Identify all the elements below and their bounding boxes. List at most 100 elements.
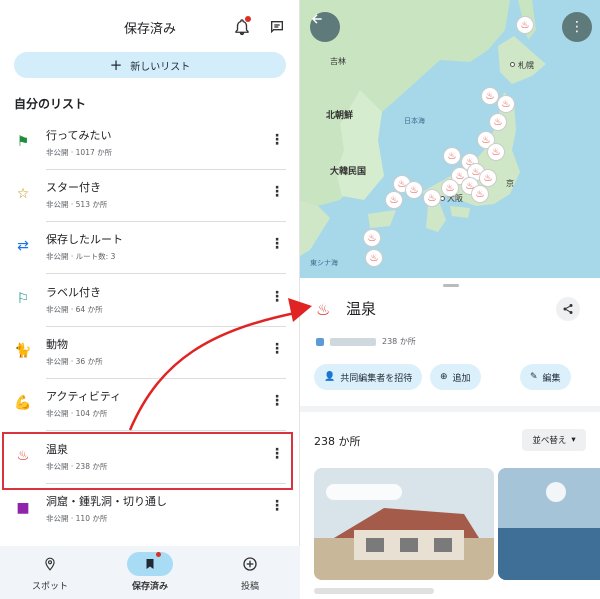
list-place-count: 238 か所 — [382, 337, 416, 346]
place-photo[interactable] — [314, 468, 494, 580]
tab-post[interactable]: 投稿 — [200, 546, 300, 599]
add-label: 追加 — [452, 373, 471, 384]
invite-label: 共同編集者を招待 — [340, 373, 413, 384]
new-list-button[interactable]: + 新しいリスト — [14, 52, 286, 78]
hot-spring-marker-icon[interactable]: ♨ — [443, 147, 461, 165]
back-button[interactable] — [310, 12, 340, 42]
saved-lists-panel: 保存済み + 新しいリスト 自分のリスト ⚑ 行ってみたい 非公開 · 1017 か… — [0, 0, 300, 599]
route-icon: ⇄ — [17, 238, 29, 254]
location-pin-icon — [27, 552, 73, 576]
blurred-photo — [314, 468, 494, 580]
map-land — [300, 0, 546, 256]
place-photo[interactable] — [498, 468, 600, 580]
map-view[interactable]: ⋮ 吉林 北朝鮮 大韓民国 日本海 札幌 大阪 京 東シナ海 ♨ ♨ ♨ ♨ ♨ ♨ ♨ ♨ ♨… — [300, 0, 600, 278]
edit-icon: ✎ — [530, 372, 538, 382]
person-add-icon: 👤 — [324, 372, 336, 382]
invite-collaborators-button[interactable]: 👤 共同編集者を招待 — [314, 364, 423, 390]
tab-spot[interactable]: スポット — [0, 546, 100, 599]
star-icon: ☆ — [16, 186, 30, 202]
add-location-icon: ⊕ — [440, 372, 448, 382]
hot-spring-marker-icon[interactable]: ♨ — [487, 143, 505, 161]
flag-icon: ⚑ — [16, 134, 30, 150]
more-vert-icon[interactable]: ⋮ — [270, 498, 284, 514]
map-more-button[interactable]: ⋮ — [562, 12, 592, 42]
hot-spring-marker-icon[interactable]: ♨ — [423, 189, 441, 207]
owner-name-blurred — [330, 337, 376, 346]
tab-post-label: 投稿 — [240, 582, 259, 592]
more-vert-icon[interactable]: ⋮ — [270, 184, 284, 200]
list-item[interactable]: ⚐ ラベル付き非公開 · 64 か所 ⋮ — [0, 274, 300, 326]
animal-icon: 🐈 — [14, 343, 32, 359]
owner-avatar — [316, 337, 324, 346]
tab-spot-label: スポット — [31, 582, 68, 592]
list-title: 温泉 — [346, 300, 377, 318]
more-vert-icon[interactable]: ⋮ — [270, 289, 284, 305]
more-vert-icon: ⋮ — [570, 19, 584, 35]
edit-list-button[interactable]: ✎ 編集 — [520, 364, 571, 390]
list-item[interactable]: 🐈 動物非公開 · 36 か所 ⋮ — [0, 326, 300, 378]
plus-icon: + — [109, 55, 123, 74]
list-detail-panel: ⋮ 吉林 北朝鮮 大韓民国 日本海 札幌 大阪 京 東シナ海 ♨ ♨ ♨ ♨ ♨ ♨ ♨ ♨ ♨… — [300, 0, 600, 599]
hot-spring-marker-icon[interactable]: ♨ — [471, 185, 489, 203]
map-label-north-korea: 北朝鮮 — [326, 111, 354, 121]
list-item-meta: 非公開 · 110 か所 — [46, 514, 108, 523]
map-label-south-korea: 大韓民国 — [330, 167, 367, 177]
list-item-meta: 非公開 · 104 か所 — [46, 409, 108, 418]
message-icon[interactable] — [269, 19, 285, 35]
edit-label: 編集 — [542, 373, 561, 384]
list-item[interactable]: ⇄ 保存したルート 非公開 · ルート数: 3 ⋮ — [0, 221, 300, 273]
map-label-sea-of-japan: 日本海 — [404, 117, 425, 125]
list-item-name: アクティビティ — [46, 390, 122, 403]
hot-spring-marker-icon[interactable]: ♨ — [516, 16, 534, 34]
list-item-meta: 非公開 · 513 か所 — [46, 200, 108, 209]
map-label-sapporo: 札幌 — [518, 61, 534, 70]
place-count: 238 か所 — [314, 435, 361, 448]
arrow-back-icon — [311, 14, 322, 24]
list-item-name: 保存したルート — [46, 233, 123, 246]
saved-tab-dot — [156, 552, 161, 557]
more-vert-icon[interactable]: ⋮ — [270, 393, 284, 409]
more-vert-icon[interactable]: ⋮ — [270, 236, 284, 252]
list-item-meta: 非公開 · 36 か所 — [46, 357, 103, 366]
city-dot-sapporo — [510, 62, 515, 67]
list-item-name: ラベル付き — [46, 286, 101, 299]
share-button[interactable] — [556, 297, 580, 321]
list-item-meta: 非公開 · 64 か所 — [46, 305, 103, 314]
hot-spring-marker-icon[interactable]: ♨ — [405, 181, 423, 199]
list-meta: 238 か所 — [316, 336, 416, 347]
hot-spring-marker-icon[interactable]: ♨ — [385, 191, 403, 209]
list-item[interactable]: ■ 洞窟・鍾乳洞・切り通し 非公開 · 110 か所 ⋮ — [0, 483, 300, 535]
dropdown-arrow-icon: ▾ — [571, 435, 576, 445]
sheet-drag-handle[interactable] — [443, 284, 459, 287]
place-name-blurred — [314, 588, 434, 594]
list-item[interactable]: ☆ スター付き非公開 · 513 か所 ⋮ — [0, 169, 300, 221]
list-item-name: 行ってみたい — [46, 129, 112, 142]
add-place-button[interactable]: ⊕ 追加 — [430, 364, 481, 390]
add-circle-icon — [227, 552, 273, 576]
new-list-label: 新しいリスト — [130, 61, 191, 73]
share-icon — [563, 304, 573, 314]
notification-dot — [245, 16, 251, 22]
list-item[interactable]: ⚑ 行ってみたい 非公開 · 1017 か所 ⋮ — [0, 117, 300, 169]
section-divider — [300, 406, 600, 412]
list-item[interactable]: 💪 アクティビティ非公開 · 104 か所 ⋮ — [0, 378, 300, 430]
hot-spring-marker-icon[interactable]: ♨ — [441, 179, 459, 197]
more-vert-icon[interactable]: ⋮ — [270, 132, 284, 148]
more-vert-icon[interactable]: ⋮ — [270, 341, 284, 357]
label-icon: ⚐ — [16, 291, 30, 307]
list-item-name: スター付き — [46, 181, 101, 194]
hot-spring-marker-icon[interactable]: ♨ — [365, 249, 383, 267]
sort-button[interactable]: 並べ替え ▾ — [522, 429, 586, 451]
bookmark-icon — [127, 552, 173, 576]
highlight-box — [2, 432, 293, 490]
hot-spring-marker-icon[interactable]: ♨ — [497, 95, 515, 113]
list-item-name: 動物 — [46, 338, 68, 351]
hot-spring-marker-icon[interactable]: ♨ — [489, 113, 507, 131]
tab-saved-label: 保存済み — [131, 582, 168, 592]
activity-icon: 💪 — [14, 395, 32, 411]
bottom-navigation: スポット 保存済み 投稿 — [0, 546, 300, 599]
page-title: 保存済み — [123, 22, 176, 37]
cave-icon: ■ — [16, 500, 30, 516]
tab-saved[interactable]: 保存済み — [100, 546, 200, 599]
hot-spring-marker-icon[interactable]: ♨ — [363, 229, 381, 247]
